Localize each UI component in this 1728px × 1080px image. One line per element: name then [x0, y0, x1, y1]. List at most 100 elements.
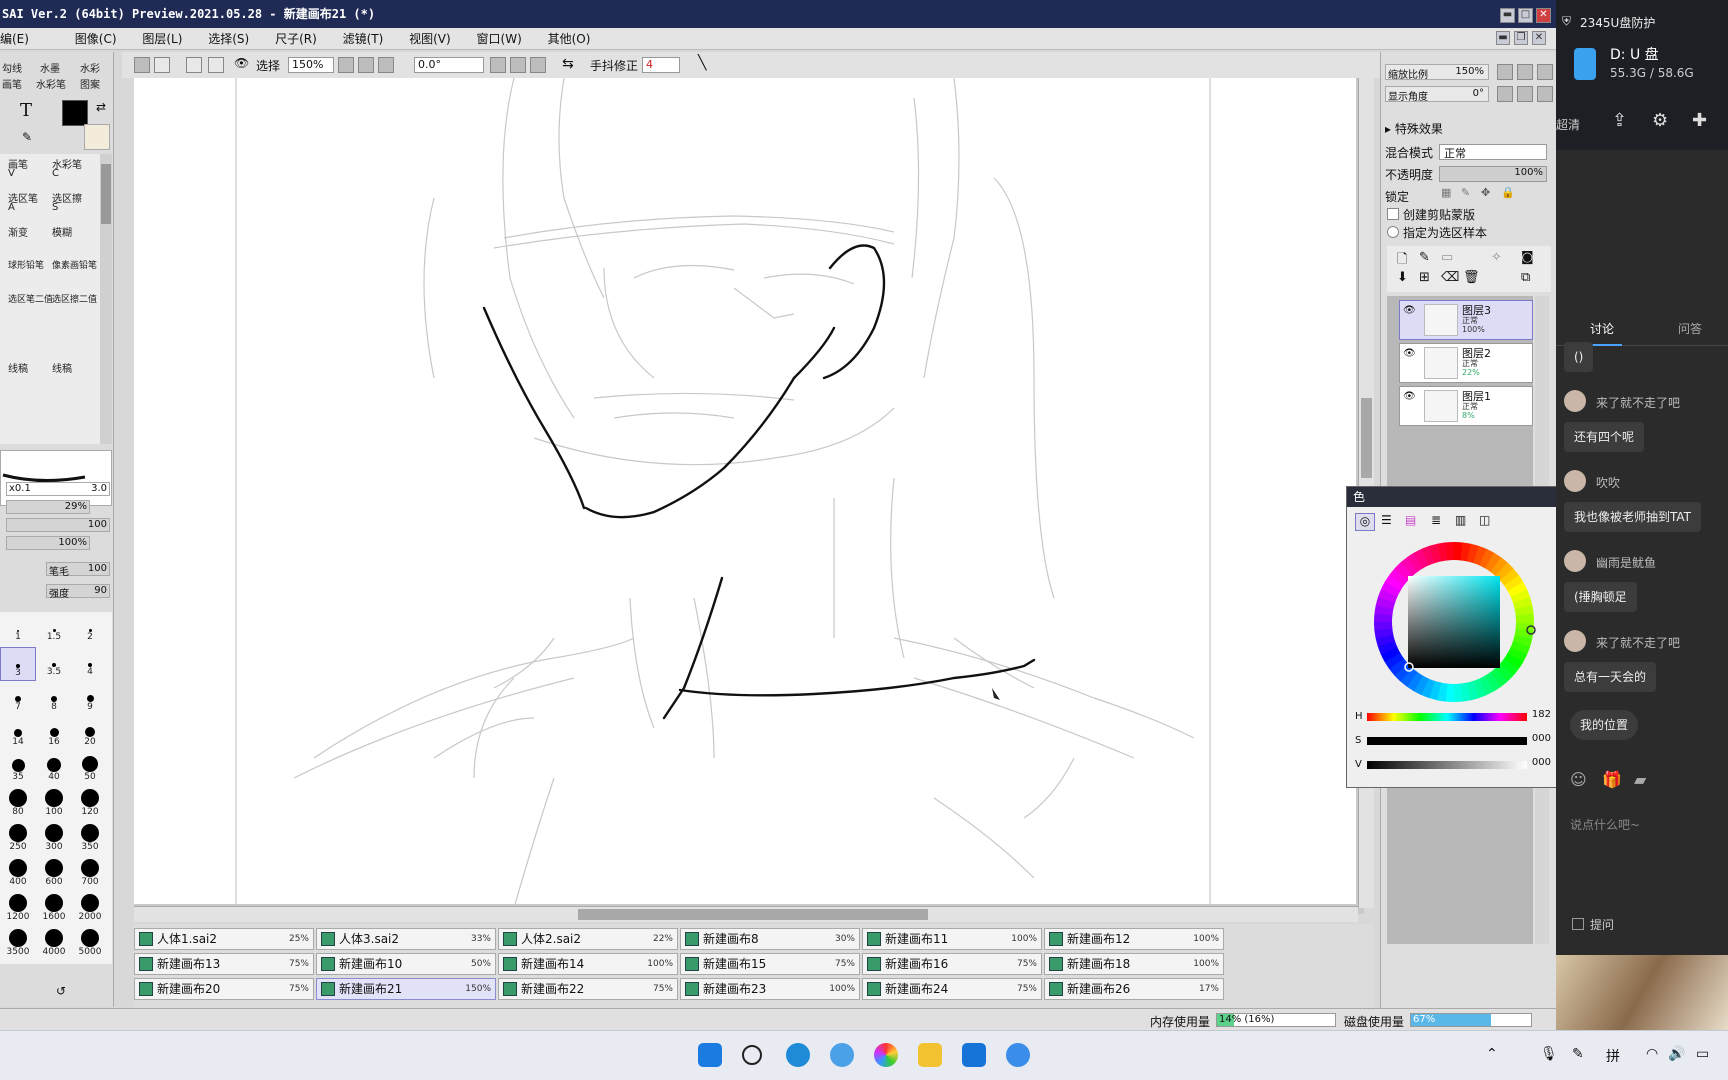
undo-button[interactable] [134, 57, 150, 73]
avatar[interactable] [1564, 630, 1586, 652]
chat-input[interactable]: 说点什么吧~ [1570, 816, 1640, 833]
avatar[interactable] [1564, 390, 1586, 412]
blend-mode-select[interactable]: 正常 [1439, 144, 1547, 160]
canvas-tab[interactable]: 新建画布20 75% [134, 978, 314, 1000]
menu-select[interactable]: 选择(S) [208, 28, 249, 50]
menu-image[interactable]: 图像(C) [75, 28, 117, 50]
eyedropper-icon[interactable]: ✎ [22, 130, 32, 144]
battery-icon[interactable]: ▭ [1696, 1046, 1709, 1062]
menu-ruler[interactable]: 尺子(R) [275, 28, 317, 50]
primary-color-swatch[interactable] [62, 100, 88, 126]
add-layer-icon[interactable]: ⊞ [1419, 270, 1430, 285]
invert-selection-button[interactable] [208, 57, 224, 73]
brush-size-cell[interactable]: 300 [36, 822, 72, 856]
brush-size-cell[interactable]: 8 [36, 682, 72, 716]
canvas-tab[interactable]: 新建画布24 75% [862, 978, 1042, 1000]
sample-checkbox[interactable] [1387, 226, 1399, 238]
input-method-icon[interactable]: 拼 [1606, 1046, 1620, 1066]
lock-draw-icon[interactable]: ✎ [1461, 186, 1470, 199]
layer-row[interactable]: 👁 图层2 正常 22% [1399, 343, 1533, 383]
edge-slider[interactable]: 笔毛 100 [46, 562, 110, 578]
share-icon[interactable]: ⇪ [1612, 110, 1627, 131]
lock-all-icon[interactable]: 🔒 [1501, 186, 1515, 199]
brush-set-tab[interactable]: 水彩 [80, 60, 100, 75]
tool-item[interactable]: 渐变 [8, 224, 28, 239]
canvas-tab[interactable]: 新建画布13 75% [134, 953, 314, 975]
canvas-tab[interactable]: 人体1.sai2 25% [134, 928, 314, 950]
zoom-slider[interactable]: 缩放比例 150% [1385, 64, 1489, 81]
canvas-tab[interactable]: 新建画布23 100% [680, 978, 860, 1000]
chat-username[interactable]: 来了就不走了吧 [1596, 394, 1680, 411]
brush-size-cell[interactable]: 600 [36, 857, 72, 891]
rgb-slider-tab-icon[interactable]: ☰ [1381, 513, 1392, 527]
zoom-out-button[interactable] [338, 57, 354, 73]
delete-layer-icon[interactable]: 🗑 [1463, 270, 1480, 285]
visibility-eye-icon[interactable]: 👁 [1403, 305, 1419, 319]
brush-size-cell[interactable]: 40 [36, 752, 72, 786]
canvas-tab[interactable]: 新建画布18 100% [1044, 953, 1224, 975]
brush-size-cell[interactable]: 4 [72, 647, 108, 681]
new-layer-icon[interactable]: 🗋 [1397, 250, 1407, 272]
folder-icon[interactable]: ▰ [1634, 770, 1646, 789]
brush-size-cell[interactable]: 1 [0, 612, 36, 646]
brush-size-cell[interactable]: 250 [0, 822, 36, 856]
brush-size-cell[interactable]: 2 [72, 612, 108, 646]
tool-item[interactable]: 选区擦二值 [52, 292, 97, 305]
tab-discuss[interactable]: 讨论 [1590, 320, 1614, 337]
new-folder-icon[interactable]: ▭ [1441, 250, 1453, 265]
edge-browser-icon[interactable] [786, 1043, 810, 1067]
tray-chevron-icon[interactable]: ⌃ [1486, 1046, 1498, 1062]
wifi-icon[interactable]: ◠ [1646, 1046, 1658, 1062]
chat-username[interactable]: 幽雨是鱿鱼 [1596, 554, 1656, 571]
nav-rotate-reset-button[interactable] [1537, 86, 1553, 102]
brush-set-tab[interactable]: 图案 [80, 76, 100, 91]
chat-username[interactable]: 来了就不走了吧 [1596, 634, 1680, 651]
rotate-right-button[interactable] [510, 57, 526, 73]
minimize-button[interactable]: ▬ [1500, 8, 1515, 23]
zoom-in-button[interactable] [358, 57, 374, 73]
doc-restore-button[interactable]: ❐ [1514, 31, 1528, 45]
visibility-eye-icon[interactable]: 👁 [1403, 391, 1419, 405]
tool-item[interactable]: 线稿 [52, 360, 72, 375]
brush-size-cell[interactable]: 20 [72, 717, 108, 751]
canvas-tab[interactable]: 新建画布26 17% [1044, 978, 1224, 1000]
rotation-select[interactable]: 0.0° [414, 57, 484, 73]
brush-size-cell[interactable]: 2000 [72, 892, 108, 926]
clear-layer-icon[interactable]: ⌫ [1441, 270, 1459, 285]
angle-slider[interactable]: 显示角度 0° [1385, 86, 1489, 103]
tool-item[interactable]: 球形铅笔 [8, 258, 44, 271]
tool-item[interactable]: 像素画铅笔 [52, 258, 97, 271]
color-wheel-tab-icon[interactable]: ◎ [1355, 513, 1375, 531]
lock-pixels-icon[interactable]: ▦ [1441, 186, 1451, 199]
canvas-tab[interactable]: 新建画布15 75% [680, 953, 860, 975]
tool-list-scrollbar[interactable] [100, 154, 112, 444]
brush-size-cell[interactable]: 3 [0, 647, 36, 681]
nav-zoom-in-button[interactable] [1517, 64, 1533, 80]
ask-checkbox[interactable] [1572, 918, 1584, 930]
volume-icon[interactable]: 🔊 [1668, 1046, 1685, 1062]
lock-move-icon[interactable]: ✥ [1481, 186, 1490, 199]
file-explorer-icon[interactable] [918, 1043, 942, 1067]
start-icon[interactable] [698, 1043, 722, 1067]
zoom-select[interactable]: 150% [288, 57, 334, 73]
layer-effect-icon[interactable]: ✧ [1491, 250, 1502, 265]
menu-layer[interactable]: 图层(L) [142, 28, 182, 50]
close-button[interactable]: ✕ [1536, 8, 1551, 23]
text-tool-icon[interactable]: T [20, 100, 32, 121]
brush-set-tab[interactable]: 水彩笔 [36, 76, 66, 91]
mixer-tab-icon[interactable]: ▥ [1455, 513, 1466, 527]
density-slider[interactable]: 100 [6, 518, 110, 532]
value-slider[interactable] [1367, 761, 1527, 769]
canvas-horizontal-scrollbar[interactable] [134, 906, 1358, 922]
visibility-eye-icon[interactable]: 👁 [1403, 348, 1419, 362]
menu-view[interactable]: 视图(V) [409, 28, 451, 50]
canvas-tab[interactable]: 新建画布21 150% [316, 978, 496, 1000]
brush-size-cell[interactable]: 3500 [0, 927, 36, 961]
tool-item[interactable]: 线稿 [8, 360, 28, 375]
tool-item[interactable]: 选区笔二值 [8, 292, 53, 305]
min-size-slider[interactable]: 29% [6, 500, 90, 514]
menu-other[interactable]: 其他(O) [548, 28, 591, 50]
redo-button[interactable] [154, 57, 170, 73]
tab-qa[interactable]: 问答 [1678, 320, 1702, 337]
qq-icon[interactable] [1006, 1043, 1030, 1067]
